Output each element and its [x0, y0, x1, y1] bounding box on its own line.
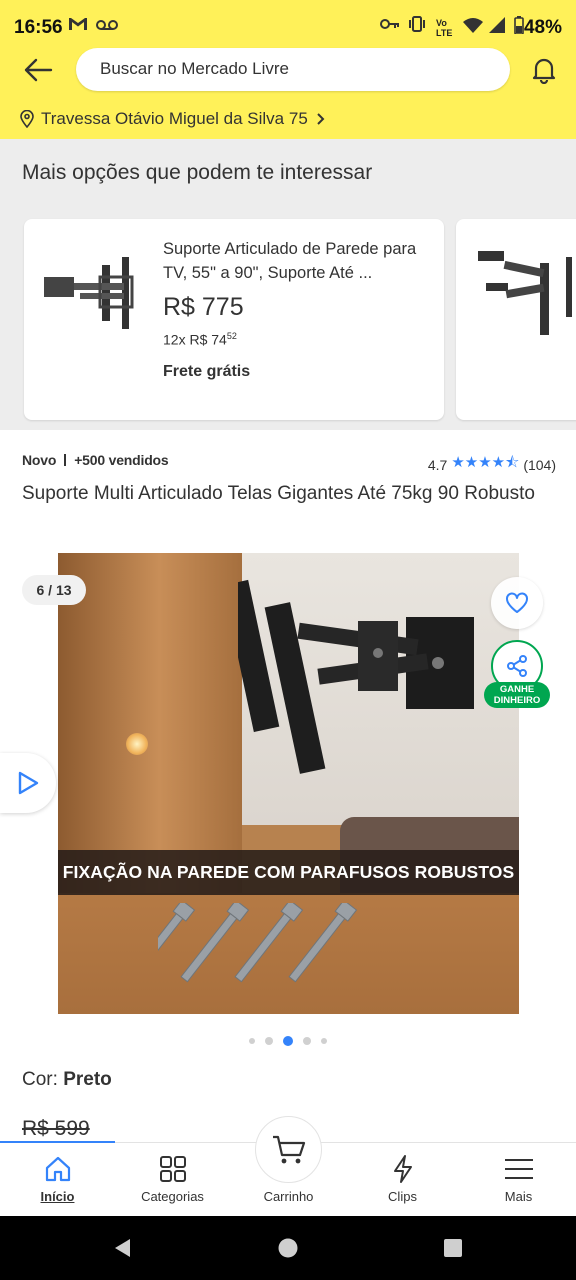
product-title: Suporte Multi Articulado Telas Gigantes …	[22, 483, 535, 504]
product-thumbnail	[478, 251, 572, 335]
image-room-background	[58, 553, 242, 893]
home-icon	[45, 1156, 70, 1182]
gmail-icon	[68, 16, 88, 39]
color-selector[interactable]: Cor: Preto	[22, 1069, 112, 1091]
product-image[interactable]: FIXAÇÃO NA PAREDE COM PARAFUSOS ROBUSTOS	[58, 553, 519, 1014]
volte-icon: Vo LTE	[436, 18, 453, 38]
recommendation-price: R$ 775	[163, 293, 244, 321]
search-placeholder: Buscar no Mercado Livre	[100, 59, 289, 78]
meta-divider	[64, 454, 67, 466]
rating-count: (104)	[523, 456, 556, 473]
image-lamp	[126, 733, 148, 755]
tab-clips[interactable]: Clips	[345, 1143, 460, 1217]
pagination-dot	[265, 1037, 273, 1045]
cart-icon	[272, 1135, 305, 1163]
rating-stars-icon: ★★★★⯪	[451, 454, 520, 471]
share-icon	[507, 655, 527, 677]
tab-categorias[interactable]: Categorias	[115, 1143, 230, 1217]
recommendation-title: Suporte Articulado de Parede para TV, 55…	[163, 240, 417, 282]
recommendations-title: Mais opções que podem te interessar	[22, 161, 373, 184]
product-thumbnail	[44, 257, 134, 329]
gallery-counter: 6 / 13	[22, 575, 86, 605]
arrow-left-icon	[24, 58, 53, 82]
battery-percent: 48%	[523, 17, 562, 38]
rating-value: 4.7	[427, 456, 448, 473]
notifications-button[interactable]	[524, 52, 564, 88]
grid-icon	[159, 1156, 186, 1182]
tab-label: Carrinho	[263, 1189, 314, 1204]
nav-back-button[interactable]	[110, 1236, 134, 1260]
pagination-dot	[303, 1037, 311, 1045]
tab-inicio[interactable]: Início	[0, 1143, 115, 1217]
condition-label: Novo	[22, 452, 57, 468]
back-button[interactable]	[18, 52, 58, 88]
nav-recents-button[interactable]	[441, 1236, 465, 1260]
favorite-button[interactable]	[491, 577, 543, 629]
tab-label: Categorias	[141, 1189, 204, 1204]
tab-label: Mais	[504, 1189, 533, 1204]
key-icon	[380, 16, 400, 38]
recommendation-shipping: Frete grátis	[163, 363, 251, 380]
signal-icon	[488, 16, 506, 41]
tab-label: Clips	[388, 1189, 417, 1204]
location-pin-icon	[20, 110, 34, 128]
sold-count: +500 vendidos	[74, 452, 169, 468]
recommendations-section: Mais opções que podem te interessar Supo…	[0, 139, 576, 430]
tab-carrinho[interactable]	[255, 1116, 322, 1183]
chevron-right-icon	[317, 113, 325, 125]
tab-label: Início	[40, 1189, 75, 1204]
image-banner: FIXAÇÃO NA PAREDE COM PARAFUSOS ROBUSTOS	[58, 850, 519, 895]
battery-icon	[514, 16, 524, 41]
bell-icon	[532, 58, 556, 84]
earn-money-badge[interactable]: GANHE DINHEIRO	[484, 682, 550, 708]
address-text: Travessa Otávio Miguel da Silva 75	[41, 109, 308, 128]
pagination-dot	[321, 1038, 327, 1044]
status-bar: 16:56 Vo LTE 48%	[0, 0, 576, 44]
status-time: 16:56	[14, 17, 63, 38]
image-tv-mount	[238, 579, 474, 774]
pagination-dot-active	[283, 1036, 293, 1046]
wifi-icon	[462, 16, 484, 41]
recommendation-card[interactable]: Suporte Articulado de Parede para TV, 55…	[24, 219, 444, 420]
circle-home-icon	[278, 1238, 298, 1258]
menu-icon	[504, 1159, 533, 1179]
product-rating[interactable]: 4.7 ★★★★⯪ (104)	[428, 452, 556, 477]
color-value: Preto	[63, 1069, 112, 1090]
recommendation-card[interactable]	[456, 219, 576, 420]
play-icon	[18, 771, 39, 795]
triangle-back-icon	[115, 1239, 130, 1257]
product-meta: Novo +500 vendidos	[22, 452, 169, 468]
system-nav-bar	[0, 1216, 576, 1280]
voicemail-icon	[96, 16, 118, 38]
search-input[interactable]: Buscar no Mercado Livre	[76, 48, 510, 91]
pagination-dot	[249, 1038, 255, 1044]
recommendation-installments: 12x R$ 7452	[163, 331, 237, 348]
vibrate-icon	[407, 16, 427, 39]
heart-icon	[506, 592, 528, 613]
gallery-pagination	[0, 1035, 576, 1047]
nav-home-button[interactable]	[276, 1236, 300, 1260]
bolt-icon	[393, 1155, 412, 1183]
video-play-button[interactable]	[0, 753, 56, 813]
old-price: R$ 599	[22, 1117, 90, 1140]
address-selector[interactable]: Travessa Otávio Miguel da Silva 75	[20, 106, 332, 132]
tab-mais[interactable]: Mais	[461, 1143, 576, 1217]
square-recents-icon	[444, 1239, 462, 1257]
app-header: 16:56 VoLTE 48% Buscar no Mercado Livre	[0, 0, 576, 139]
image-screws	[158, 903, 358, 983]
